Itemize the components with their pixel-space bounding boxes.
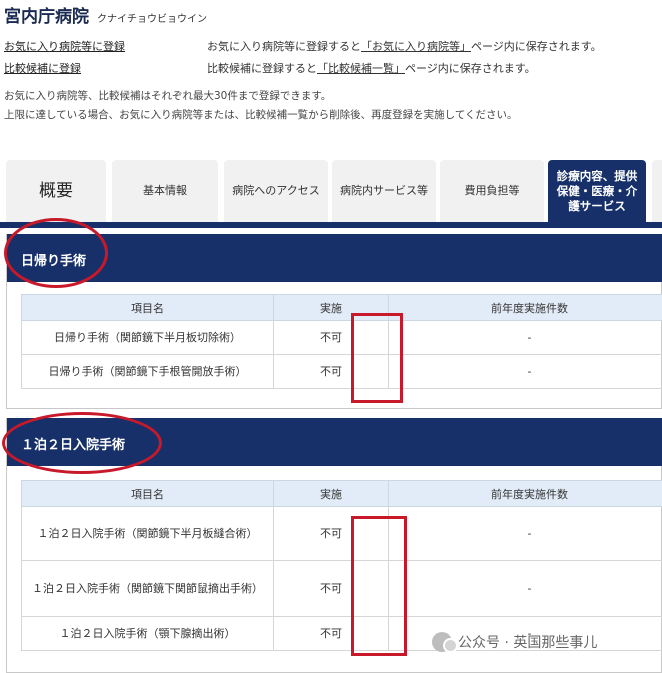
tab-overview[interactable]: 概要 (6, 160, 106, 222)
tab-bar: 概要 基本情報 病院へのアクセス 病院内サービス等 費用負担等 診療内容、提供保… (6, 160, 662, 222)
row-name: 日帰り手術（関節鏡下手根管開放手術） (21, 354, 274, 389)
notice-line-2: 上限に達している場合、お気に入り病院等または、比較候補一覧から削除後、再度登録を… (4, 109, 518, 121)
wechat-icon (432, 632, 458, 653)
table-row: 日帰り手術（関節鏡下手根管開放手術） 不可 - (21, 354, 662, 389)
tab-access[interactable]: 病院へのアクセス (224, 160, 328, 222)
watermark-text: 公众号 · 英国那些事儿 (458, 635, 598, 651)
tab-medical-services[interactable]: 診療内容、提供保健・医療・介護サービス (548, 160, 646, 222)
highlight-ellipse (2, 412, 162, 474)
column-header-name: 項目名 (21, 480, 274, 507)
row-name: １泊２日入院手術（顎下腺摘出術） (21, 616, 274, 651)
highlight-box (351, 313, 403, 403)
tab-basic-info[interactable]: 基本情報 (112, 160, 218, 222)
column-header-name: 項目名 (21, 294, 274, 321)
favorite-description: お気に入り病院等に登録すると「お気に入り病院等」ページ内に保存されます。 (207, 40, 602, 53)
hospital-header: 宮内庁病院 クナイチョウビョウイン (4, 2, 207, 27)
hospital-kana: クナイチョウビョウイン (97, 14, 207, 25)
tab-hospital-services[interactable]: 病院内サービス等 (332, 160, 436, 222)
tab-costs[interactable]: 費用負担等 (440, 160, 544, 222)
add-compare-link[interactable]: 比較候補に登録 (4, 62, 81, 76)
compare-description: 比較候補に登録すると「比較候補一覧」ページ内に保存されます。 (207, 62, 536, 75)
row-count: - (388, 354, 662, 389)
table-row: １泊２日入院手術（関節鏡下半月板縫合術） 不可 - (21, 506, 662, 561)
row-name: １泊２日入院手術（関節鏡下関節鼠摘出手術） (21, 560, 274, 617)
hospital-name: 宮内庁病院 (4, 7, 89, 27)
row-name: 日帰り手術（関節鏡下半月板切除術） (21, 320, 274, 355)
column-header-count: 前年度実施件数 (388, 480, 662, 507)
favorites-page-link[interactable]: 「お気に入り病院等」 (361, 40, 471, 53)
row-count: - (388, 506, 662, 561)
table-row: １泊２日入院手術（関節鏡下関節鼠摘出手術） 不可 - (21, 560, 662, 617)
surgery-table: 項目名 実施 前年度実施件数 日帰り手術（関節鏡下半月板切除術） 不可 - 日帰… (21, 294, 662, 389)
highlight-ellipse (4, 218, 108, 288)
notice-line-1: お気に入り病院等、比較候補はそれぞれ最大30件まで登録できます。 (4, 90, 332, 102)
tab-bar-underline (0, 222, 662, 228)
add-favorite-link[interactable]: お気に入り病院等に登録 (4, 40, 125, 54)
surgery-table: 項目名 実施 前年度実施件数 １泊２日入院手術（関節鏡下半月板縫合術） 不可 -… (21, 480, 662, 651)
table-row: 日帰り手術（関節鏡下半月板切除術） 不可 - (21, 320, 662, 355)
tab-next-partial[interactable] (652, 160, 662, 222)
column-header-status: 実施 (273, 480, 389, 507)
highlight-box (351, 516, 407, 656)
row-count: - (388, 320, 662, 355)
row-count: - (388, 560, 662, 617)
row-name: １泊２日入院手術（関節鏡下半月板縫合術） (21, 506, 274, 561)
compare-list-link[interactable]: 「比較候補一覧」 (317, 62, 405, 75)
column-header-count: 前年度実施件数 (388, 294, 662, 321)
watermark: 公众号 · 英国那些事儿 (432, 632, 598, 653)
